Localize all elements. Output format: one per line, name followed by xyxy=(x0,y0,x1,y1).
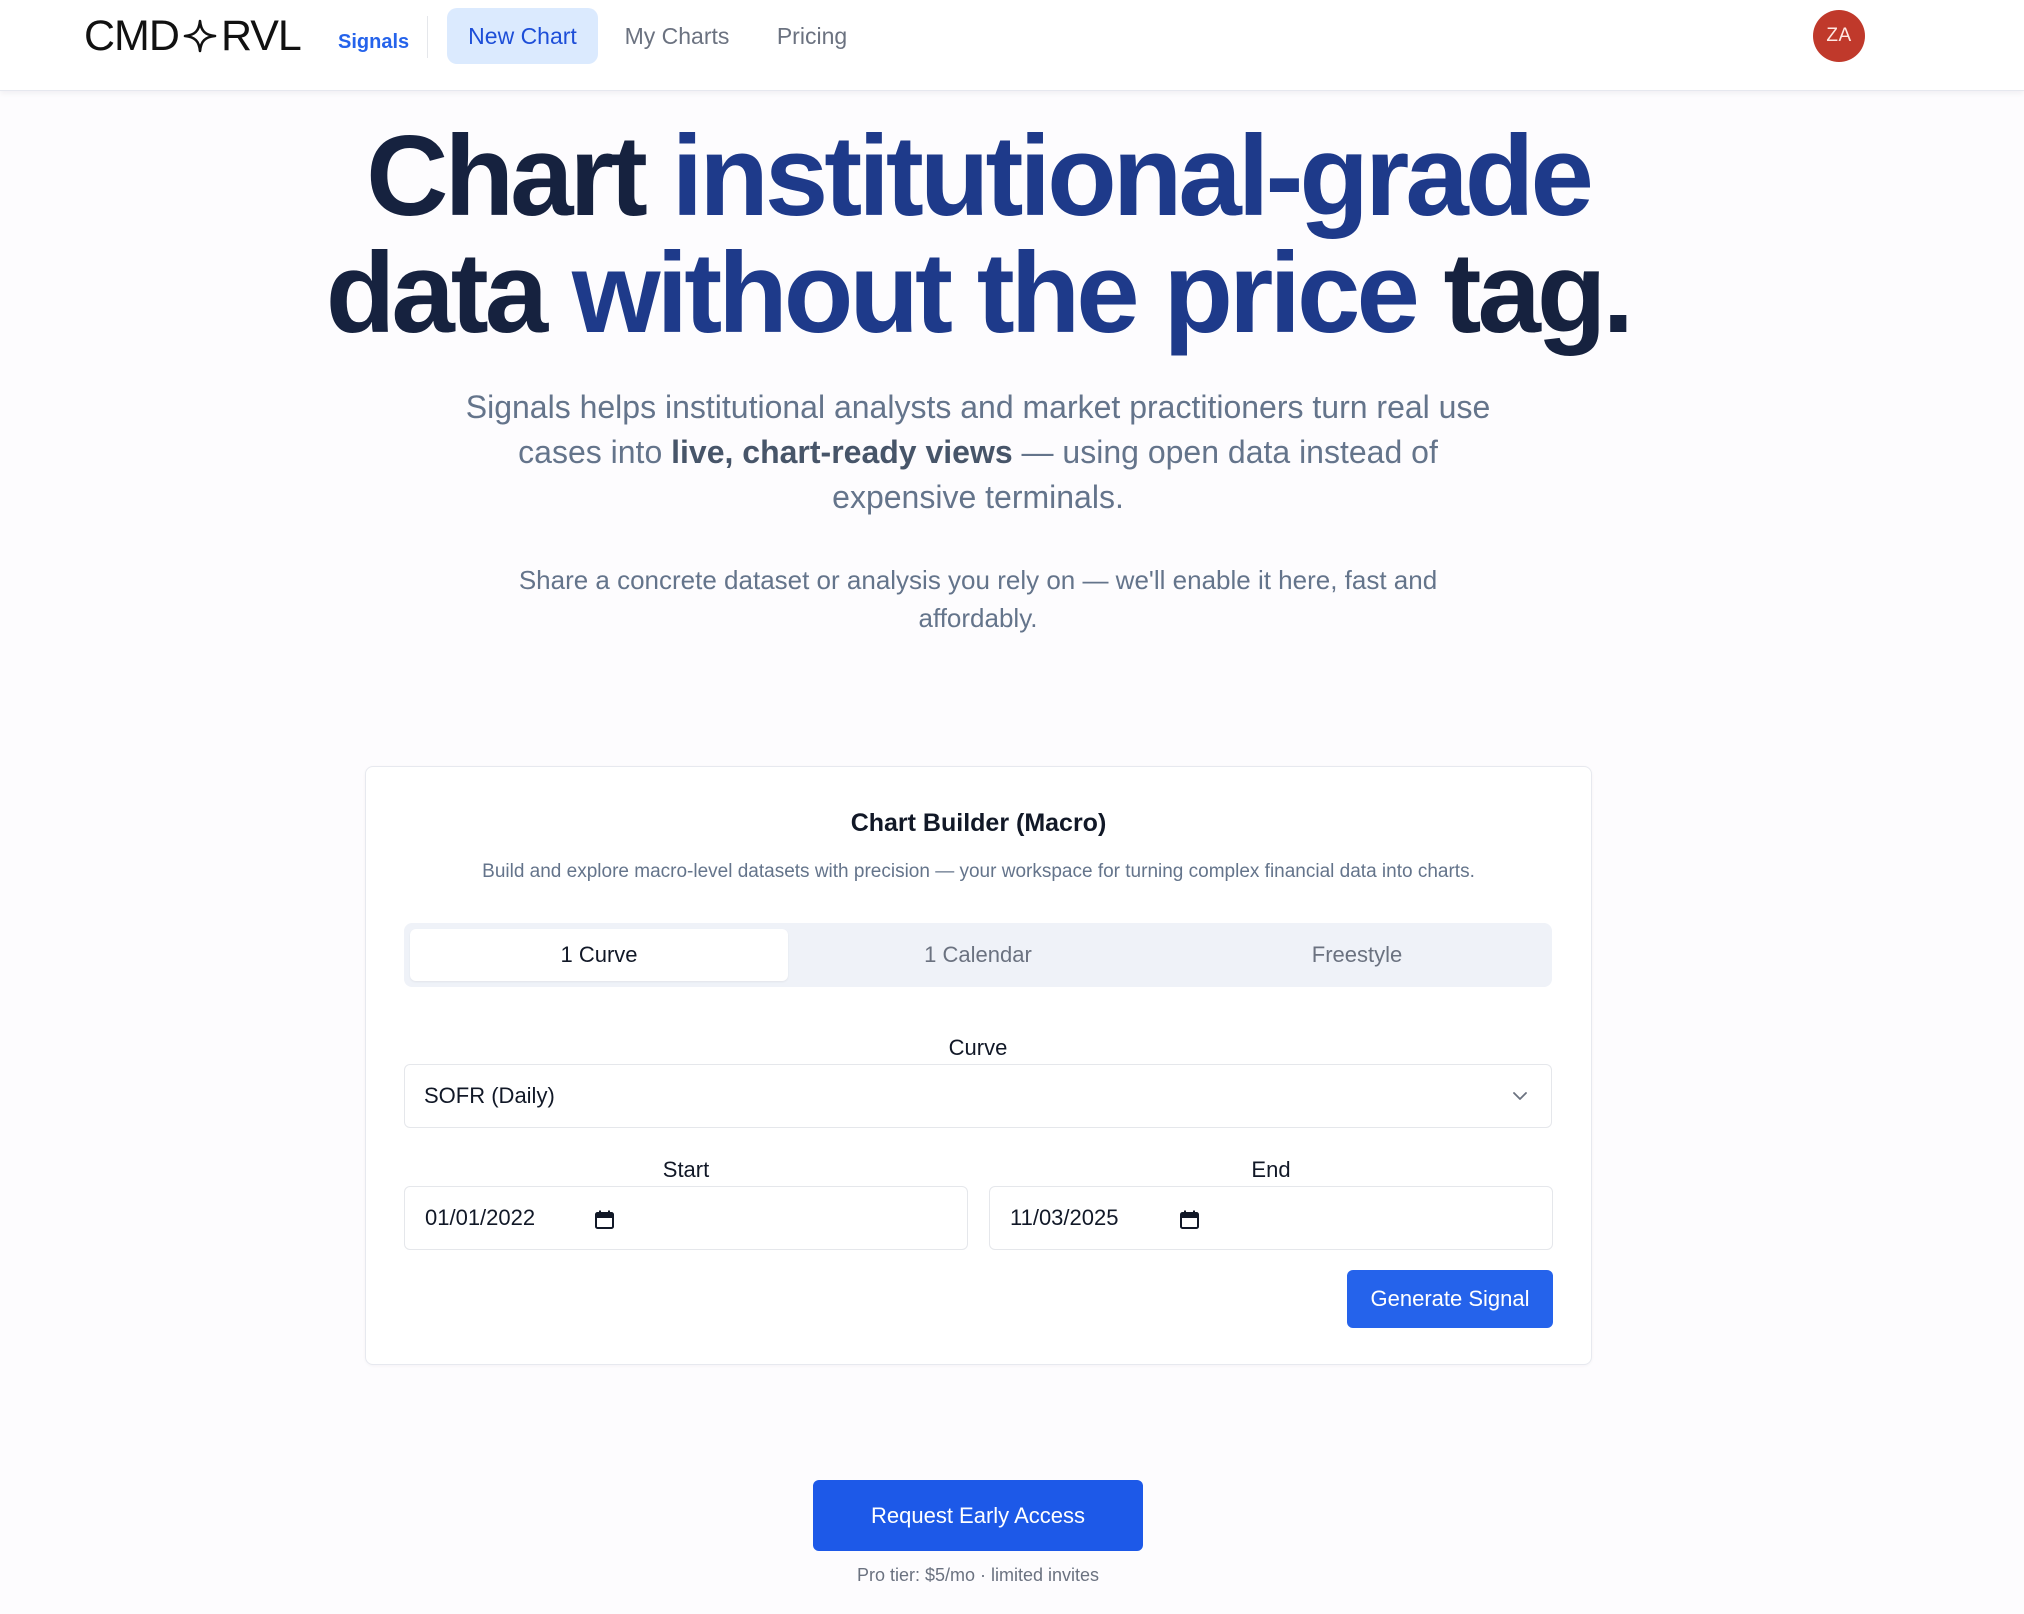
hero-title-part: without the price xyxy=(571,230,1444,357)
tab-freestyle[interactable]: Freestyle xyxy=(1168,929,1546,981)
tab-1-calendar[interactable]: 1 Calendar xyxy=(789,929,1167,981)
calendar-icon[interactable] xyxy=(1179,1209,1200,1230)
chevron-down-icon xyxy=(1513,1092,1527,1100)
chart-builder-card: Chart Builder (Macro) Build and explore … xyxy=(365,766,1592,1365)
hero-secondary-text: Share a concrete dataset or analysis you… xyxy=(518,565,1438,633)
top-navbar: CMD RVL Signals New Chart My Charts Pric… xyxy=(0,0,2024,91)
end-date-value: 11/03/2025 xyxy=(1010,1205,1119,1230)
curve-label: Curve xyxy=(948,1035,1008,1060)
logo-left-text: CMD xyxy=(84,11,180,60)
hero-title-part: institutional-grade xyxy=(671,113,1594,240)
hero-title-part: data xyxy=(325,230,572,357)
nav-link-pricing[interactable]: Pricing xyxy=(762,8,862,64)
start-date-value: 01/01/2022 xyxy=(425,1205,536,1230)
request-early-access-button[interactable]: Request Early Access xyxy=(813,1480,1143,1551)
hero-title-part: Chart xyxy=(366,113,672,240)
calendar-icon[interactable] xyxy=(594,1209,615,1230)
hero-title: Chart institutional-grade data without t… xyxy=(0,118,1956,352)
start-date-input[interactable]: 01/01/2022 xyxy=(404,1186,968,1250)
hero-subtitle-highlight: live, chart-ready views xyxy=(671,434,1013,470)
generate-signal-button[interactable]: Generate Signal xyxy=(1347,1270,1553,1328)
card-title: Chart Builder (Macro) xyxy=(850,809,1107,837)
pricing-note: Pro tier: $5/mo · limited invites xyxy=(856,1565,1100,1585)
tab-1-curve[interactable]: 1 Curve xyxy=(410,929,788,981)
brand-logo[interactable]: CMD RVL xyxy=(84,11,302,60)
hero-title-line-2: data without the price tag. xyxy=(0,235,1956,352)
hero-title-part: tag. xyxy=(1443,230,1635,357)
brand-sub-label: Signals xyxy=(338,31,410,53)
curve-select[interactable]: SOFR (Daily) xyxy=(404,1064,1552,1128)
user-avatar[interactable]: ZA xyxy=(1813,10,1865,62)
card-description: Build and explore macro-level datasets w… xyxy=(482,861,1475,882)
logo-right-text: RVL xyxy=(220,11,302,60)
nav-divider xyxy=(427,16,428,58)
start-label: Start xyxy=(662,1157,710,1182)
hero-title-line-1: Chart institutional-grade xyxy=(0,118,1956,235)
nav-link-my-charts[interactable]: My Charts xyxy=(612,8,742,64)
mode-tabs: 1 Curve 1 Calendar Freestyle xyxy=(404,923,1552,987)
curve-select-value: SOFR (Daily) xyxy=(424,1083,555,1108)
sparkle-icon xyxy=(183,19,217,53)
nav-link-new-chart[interactable]: New Chart xyxy=(447,8,598,64)
end-date-input[interactable]: 11/03/2025 xyxy=(989,1186,1553,1250)
end-label: End xyxy=(1251,1157,1291,1182)
hero-subtitle: Signals helps institutional analysts and… xyxy=(460,385,1496,520)
